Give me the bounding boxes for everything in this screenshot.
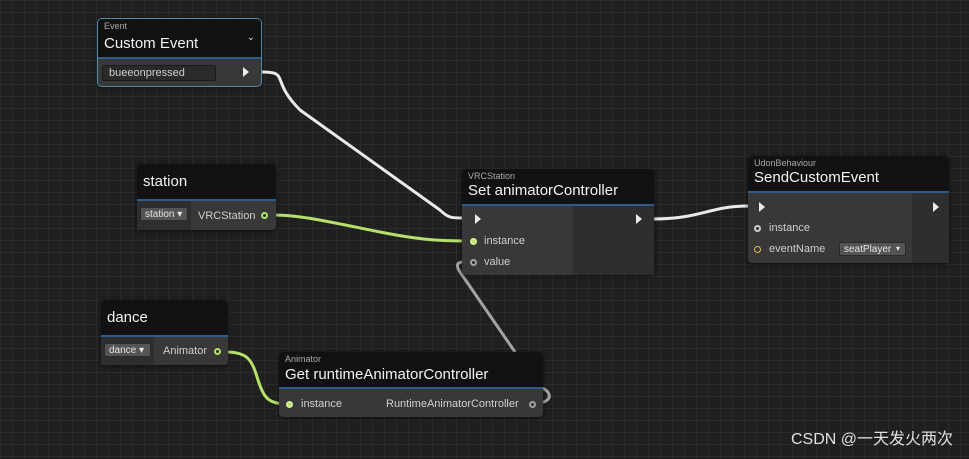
wire-station-to-instance xyxy=(273,213,471,243)
wire-flow-set-to-send xyxy=(653,204,749,221)
custom-event-node[interactable]: Event Custom Event ⌄ bueeonpressed xyxy=(97,18,262,87)
flow-out-port[interactable] xyxy=(243,67,249,77)
dance-dropdown[interactable]: dance ▾ xyxy=(104,343,151,357)
controller-output-port[interactable] xyxy=(529,401,536,408)
animator-output-port[interactable] xyxy=(214,348,221,355)
output-label: Animator xyxy=(163,345,208,357)
value-label: value xyxy=(484,256,511,268)
output-label: VRCStation xyxy=(198,210,256,222)
dance-variable-node[interactable]: dance dance ▾ Animator xyxy=(101,300,228,365)
instance-input-port[interactable] xyxy=(754,225,761,232)
node-title: dance xyxy=(107,309,148,326)
chevron-down-icon[interactable]: ⌄ xyxy=(247,32,255,43)
node-title: Set animatorController xyxy=(468,182,619,199)
vrcstation-output-port[interactable] xyxy=(261,212,268,219)
flow-in-port[interactable] xyxy=(759,202,765,212)
node-category: VRCStation xyxy=(468,171,516,181)
eventname-label: eventName xyxy=(769,243,826,255)
get-runtime-animator-controller-node[interactable]: Animator Get runtimeAnimatorController i… xyxy=(279,352,543,417)
flow-in-port[interactable] xyxy=(475,214,481,224)
wire-flow-event-to-set xyxy=(261,70,463,220)
node-title: Get runtimeAnimatorController xyxy=(285,366,489,383)
node-category: Event xyxy=(104,21,128,31)
instance-label: instance xyxy=(484,235,525,247)
node-category: UdonBehaviour xyxy=(754,158,817,168)
node-title: Custom Event xyxy=(104,35,199,52)
dropdown-value: dance xyxy=(109,345,137,356)
node-title: station xyxy=(143,173,188,190)
instance-input-port[interactable] xyxy=(286,401,293,408)
dropdown-arrow-icon: ▾ xyxy=(896,244,901,253)
node-category: Animator xyxy=(285,354,322,364)
instance-label: instance xyxy=(301,398,342,410)
dropdown-value: seatPlayer xyxy=(844,244,892,255)
instance-input-port[interactable] xyxy=(470,238,477,245)
station-variable-node[interactable]: station station ▾ VRCStation xyxy=(137,164,276,230)
node-output-area xyxy=(912,193,949,263)
set-animator-controller-node[interactable]: VRCStation Set animatorController instan… xyxy=(462,169,654,275)
flow-out-port[interactable] xyxy=(933,202,939,212)
dropdown-value: station xyxy=(145,209,175,220)
station-dropdown[interactable]: station ▾ xyxy=(140,207,188,221)
event-name-field[interactable]: bueeonpressed xyxy=(102,65,216,81)
node-title: SendCustomEvent xyxy=(754,169,880,186)
flow-out-port[interactable] xyxy=(636,214,642,224)
value-input-port[interactable] xyxy=(470,259,477,266)
output-label: RuntimeAnimatorController xyxy=(386,398,519,410)
instance-label: instance xyxy=(769,222,810,234)
watermark: CSDN @一天发火两次 xyxy=(790,431,953,448)
send-custom-event-node[interactable]: UdonBehaviour SendCustomEvent instance e… xyxy=(748,156,949,263)
eventname-input-port[interactable] xyxy=(754,246,761,253)
